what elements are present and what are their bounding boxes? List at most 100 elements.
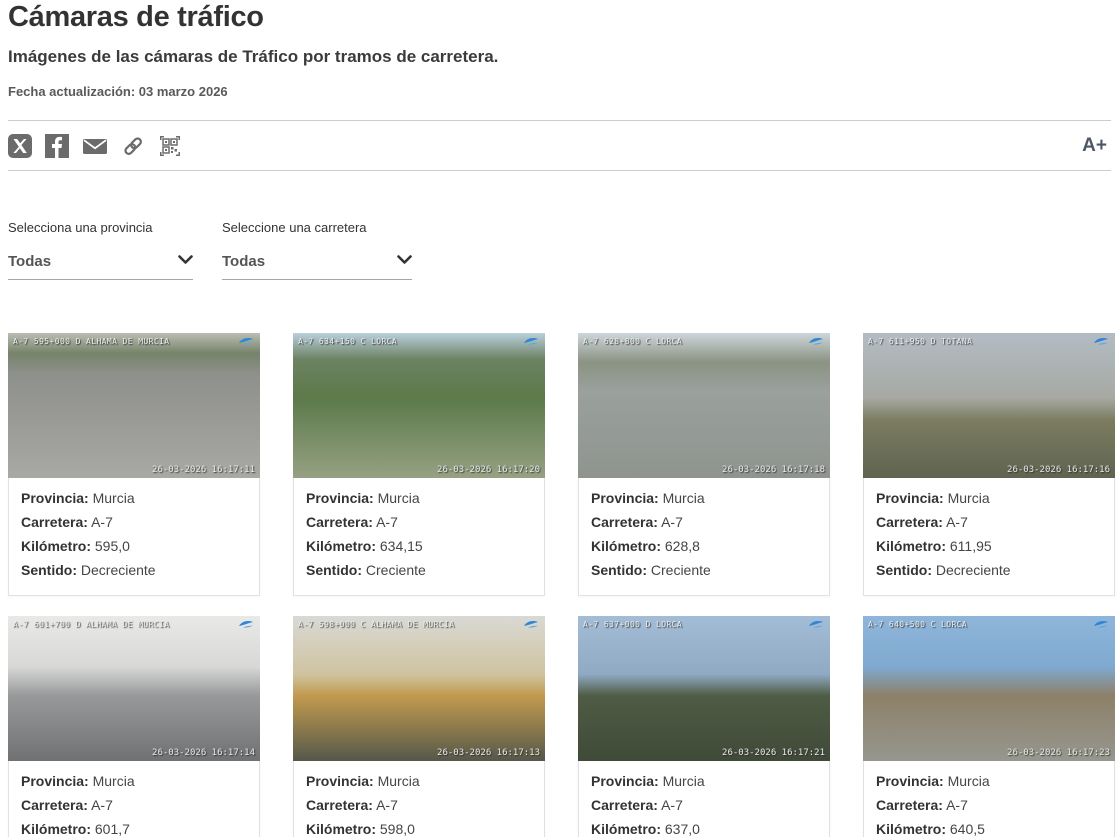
- field-value: A-7: [376, 797, 398, 813]
- camera-card[interactable]: A-7 595+000 D ALHAMA DE MURCIA 26-03-2026…: [8, 333, 260, 596]
- camera-image[interactable]: A-7 637+000 D LORCA 26-03-2026 16:17:21: [578, 616, 830, 761]
- share-facebook-icon[interactable]: [45, 134, 69, 158]
- camera-image[interactable]: A-7 595+000 D ALHAMA DE MURCIA 26-03-2026…: [8, 333, 260, 478]
- field-label: Provincia:: [876, 773, 944, 789]
- camera-km-line: Kilómetro: 634,15: [306, 534, 532, 558]
- road-filter-label: Seleccione una carretera: [222, 220, 412, 235]
- province-select[interactable]: Todas: [8, 252, 193, 280]
- dgt-logo-icon: [808, 620, 824, 629]
- camera-image[interactable]: A-7 634+150 C LORCA26-03-2026 16:17:20: [293, 333, 545, 478]
- camera-road-line: Carretera: A-7: [21, 793, 247, 817]
- camera-direction-line: Sentido: Creciente: [306, 558, 532, 582]
- camera-info: Provincia: MurciaCarretera: A-7Kilómetro…: [293, 761, 545, 837]
- field-value: 640,5: [950, 821, 985, 837]
- camera-card[interactable]: A-7 640+500 C LORCA26-03-2026 16:17:23 Pr…: [863, 616, 1115, 837]
- field-label: Carretera:: [306, 797, 373, 813]
- field-value: Murcia: [948, 773, 990, 789]
- filters: Selecciona una provincia Todas Seleccion…: [8, 220, 1111, 280]
- camera-card[interactable]: A-7 628+800 C LORCA 26-03-2026 16:17:18 Pr…: [578, 333, 830, 596]
- camera-timestamp: 26-03-2026 16:17:11: [152, 465, 255, 475]
- camera-province-line: Provincia: Murcia: [591, 486, 817, 510]
- camera-image[interactable]: A-7 601+700 D ALHAMA DE MURCIA26-03-2026…: [8, 616, 260, 761]
- camera-image[interactable]: A-7 611+950 D TOTANA26-03-2026 16:17:16: [863, 333, 1115, 478]
- field-value: Murcia: [663, 773, 705, 789]
- camera-direction-line: Sentido: Decreciente: [876, 558, 1102, 582]
- camera-province-line: Provincia: Murcia: [306, 769, 532, 793]
- divider: [8, 170, 1111, 171]
- field-value: A-7: [946, 514, 968, 530]
- camera-overlay-label: A-7 611+950 D TOTANA: [868, 337, 972, 346]
- camera-province-line: Provincia: Murcia: [306, 486, 532, 510]
- field-label: Carretera:: [591, 514, 658, 530]
- field-value: Murcia: [378, 490, 420, 506]
- dgt-logo-icon: [1093, 337, 1109, 346]
- field-value: 595,0: [95, 538, 130, 554]
- camera-info: Provincia: MurciaCarretera: A-7Kilómetro…: [293, 478, 545, 596]
- field-label: Carretera:: [21, 797, 88, 813]
- camera-image[interactable]: A-7 628+800 C LORCA 26-03-2026 16:17:18: [578, 333, 830, 478]
- chevron-down-icon: [397, 252, 412, 270]
- camera-image[interactable]: A-7 640+500 C LORCA26-03-2026 16:17:23: [863, 616, 1115, 761]
- field-value: A-7: [376, 514, 398, 530]
- field-value: Murcia: [663, 490, 705, 506]
- dgt-logo-icon: [1093, 620, 1109, 629]
- field-label: Kilómetro:: [591, 821, 661, 837]
- field-label: Kilómetro:: [306, 821, 376, 837]
- camera-card[interactable]: A-7 601+700 D ALHAMA DE MURCIA26-03-2026…: [8, 616, 260, 837]
- field-value: Murcia: [93, 490, 135, 506]
- field-label: Sentido:: [21, 562, 77, 578]
- camera-direction-line: Sentido: Decreciente: [21, 558, 247, 582]
- camera-card[interactable]: A-7 611+950 D TOTANA26-03-2026 16:17:16P…: [863, 333, 1115, 596]
- field-value: 628,8: [665, 538, 700, 554]
- field-value: A-7: [661, 797, 683, 813]
- share-qr-code-icon[interactable]: [158, 134, 182, 158]
- camera-timestamp: 26-03-2026 16:17:21: [722, 748, 825, 758]
- field-label: Provincia:: [306, 773, 374, 789]
- camera-overlay-label: A-7 640+500 C LORCA: [868, 620, 967, 629]
- field-label: Sentido:: [591, 562, 647, 578]
- camera-info: Provincia: MurciaCarretera: A-7Kilómetro…: [8, 478, 260, 596]
- camera-card[interactable]: A-7 634+150 C LORCA26-03-2026 16:17:20Pr…: [293, 333, 545, 596]
- field-value: 601,7: [95, 821, 130, 837]
- field-label: Kilómetro:: [876, 538, 946, 554]
- camera-km-line: Kilómetro: 595,0: [21, 534, 247, 558]
- camera-km-line: Kilómetro: 601,7: [21, 817, 247, 837]
- camera-timestamp: 26-03-2026 16:17:18: [722, 465, 825, 475]
- camera-km-line: Kilómetro: 598,0: [306, 817, 532, 837]
- camera-province-line: Provincia: Murcia: [21, 486, 247, 510]
- camera-overlay-label: A-7 628+800 C LORCA: [583, 337, 682, 346]
- province-select-value: Todas: [8, 253, 51, 270]
- font-size-increase-button[interactable]: A+: [1082, 135, 1111, 157]
- camera-image[interactable]: A-7 598+000 C ALHAMA DE MURCIA26-03-2026…: [293, 616, 545, 761]
- field-label: Kilómetro:: [876, 821, 946, 837]
- camera-overlay-label: A-7 637+000 D LORCA: [583, 620, 682, 629]
- field-label: Kilómetro:: [591, 538, 661, 554]
- field-label: Carretera:: [21, 514, 88, 530]
- dgt-logo-icon: [238, 337, 254, 346]
- camera-road-line: Carretera: A-7: [876, 510, 1102, 534]
- page-title: Cámaras de tráfico: [8, 0, 1111, 34]
- camera-overlay-label: A-7 595+000 D ALHAMA DE MURCIA: [13, 337, 170, 346]
- camera-road-line: Carretera: A-7: [876, 793, 1102, 817]
- road-select-value: Todas: [222, 253, 265, 270]
- share-email-icon[interactable]: [82, 134, 108, 158]
- camera-card[interactable]: A-7 598+000 C ALHAMA DE MURCIA26-03-2026…: [293, 616, 545, 837]
- field-value: A-7: [91, 797, 113, 813]
- camera-overlay-label: A-7 634+150 C LORCA: [298, 337, 397, 346]
- share-x-twitter-icon[interactable]: [8, 134, 32, 158]
- share-link-icon[interactable]: [121, 134, 145, 158]
- field-value: A-7: [946, 797, 968, 813]
- field-value: Decreciente: [81, 562, 156, 578]
- camera-province-line: Provincia: Murcia: [591, 769, 817, 793]
- share-bar: A+: [8, 121, 1111, 170]
- camera-card[interactable]: A-7 637+000 D LORCA 26-03-2026 16:17:21 Pr…: [578, 616, 830, 837]
- camera-direction-line: Sentido: Creciente: [591, 558, 817, 582]
- field-label: Sentido:: [876, 562, 932, 578]
- last-updated-date: Fecha actualización: 03 marzo 2026: [8, 84, 1111, 99]
- camera-road-line: Carretera: A-7: [591, 510, 817, 534]
- province-filter-label: Selecciona una provincia: [8, 220, 193, 235]
- camera-timestamp: 26-03-2026 16:17:13: [437, 748, 540, 758]
- camera-km-line: Kilómetro: 637,0: [591, 817, 817, 837]
- road-select[interactable]: Todas: [222, 252, 412, 280]
- page-subtitle: Imágenes de las cámaras de Tráfico por t…: [8, 47, 1111, 67]
